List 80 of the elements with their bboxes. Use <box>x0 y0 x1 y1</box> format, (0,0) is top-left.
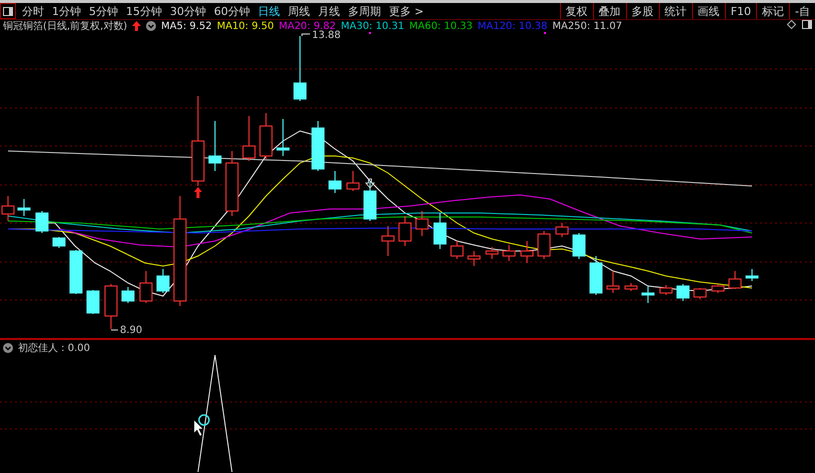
chart-title: 铜冠铜箔(日线,前复权,对数) <box>3 20 128 33</box>
moving-average-label: MA60: 10.33 <box>409 20 473 32</box>
period-tab[interactable]: 月线 <box>314 3 344 19</box>
candlestick <box>52 236 66 248</box>
candlestick <box>398 216 412 246</box>
toolbar-button[interactable]: 标记 <box>756 3 790 19</box>
candlestick <box>434 212 446 250</box>
indicator-legend: 初恋佳人 : 0.00 <box>18 340 90 354</box>
toolbar-button[interactable]: -自 <box>789 3 815 19</box>
candlestick <box>712 284 724 294</box>
candlestick <box>538 230 550 260</box>
candlestick <box>208 120 222 172</box>
moving-average-label: MA10: 9.50 <box>216 20 274 32</box>
candlestick <box>468 250 480 266</box>
candlestick <box>450 240 464 260</box>
period-tab[interactable]: 日线 <box>254 3 284 19</box>
down-arrow-icon <box>364 178 376 189</box>
candlestick <box>660 284 672 296</box>
candlestick <box>416 210 428 236</box>
candlestick <box>260 112 272 160</box>
candlestick <box>746 268 758 282</box>
period-tab[interactable]: 更多 > <box>385 3 428 19</box>
candlestick <box>676 284 690 302</box>
candlestick <box>590 256 602 296</box>
chevron-down-icon[interactable] <box>146 21 156 31</box>
buy-arrow-icon <box>194 187 202 198</box>
toolbar-button[interactable]: 叠加 <box>592 3 626 19</box>
period-tab[interactable]: 15分钟 <box>122 3 166 19</box>
period-tab[interactable]: 分时 <box>18 3 48 19</box>
moving-average-label: MA250: 11.07 <box>552 20 622 32</box>
period-tab[interactable]: 60分钟 <box>210 3 254 19</box>
candlestick <box>328 170 342 194</box>
candlestick <box>364 180 376 222</box>
candlestick <box>502 244 516 262</box>
candlestick <box>728 270 742 290</box>
candlestick <box>18 198 30 216</box>
toolbar-button[interactable]: 复权 <box>560 3 593 19</box>
candlestick <box>140 270 152 304</box>
candlestick <box>104 284 118 330</box>
moving-average-label: MA20: 9.82 <box>278 20 336 32</box>
candlestick <box>606 270 620 294</box>
candlestick <box>520 240 534 264</box>
high-price-label: 13.88 <box>312 30 341 41</box>
candlestick <box>572 232 586 260</box>
period-tab[interactable]: 30分钟 <box>166 3 210 19</box>
candlestick <box>382 226 394 256</box>
up-arrow-icon <box>132 21 142 31</box>
candlestick <box>276 118 290 156</box>
moving-average-label: MA30: 10.31 <box>340 20 404 32</box>
period-tab[interactable]: 多周期 <box>344 3 385 19</box>
candlestick <box>122 286 134 304</box>
crosshair-circle <box>198 414 210 426</box>
candlestick <box>346 170 360 192</box>
candlestick <box>226 150 238 216</box>
low-price-label: 8.90 <box>120 325 142 336</box>
mouse-cursor-icon <box>194 420 204 436</box>
toolbar-button[interactable]: 统计 <box>658 3 692 19</box>
candlestick <box>70 250 82 294</box>
period-tab[interactable]: 5分钟 <box>85 3 122 19</box>
toolbar-button[interactable]: 画线 <box>692 3 725 19</box>
panel-toggle-icon[interactable] <box>0 3 16 19</box>
candlestick <box>156 268 170 294</box>
leader-line <box>302 34 310 36</box>
moving-average-label: MA120: 10.38 <box>478 20 548 32</box>
candlestick <box>294 36 306 102</box>
chevron-down-icon[interactable] <box>3 342 13 352</box>
candlestick <box>694 288 706 300</box>
candlestick <box>242 116 256 162</box>
candlestick <box>486 246 498 260</box>
toolbar-button[interactable]: 多股 <box>626 3 659 19</box>
candlestick <box>36 210 48 234</box>
candlestick <box>86 290 100 314</box>
period-tab[interactable]: 周线 <box>284 3 314 19</box>
candlestick <box>642 286 654 304</box>
candlestick <box>556 222 568 238</box>
diamond-icon[interactable] <box>787 20 796 29</box>
candlestick <box>312 120 324 172</box>
toolbar-button[interactable]: F10 <box>724 3 756 19</box>
period-tab[interactable]: 1分钟 <box>48 3 85 19</box>
moving-average-label: MA5: 9.52 <box>161 20 212 32</box>
